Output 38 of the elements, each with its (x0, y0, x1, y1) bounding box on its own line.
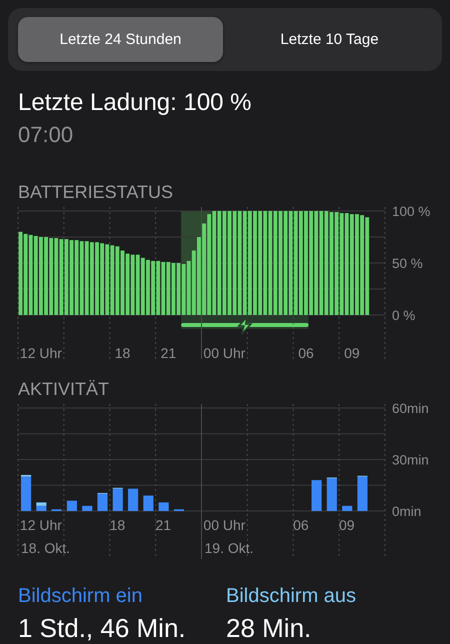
section-heading: AKTIVITÄT (18, 378, 110, 400)
activity-bar (66, 500, 77, 511)
legend-label: Bildschirm aus (226, 584, 358, 608)
axis-label: 60min (392, 401, 429, 416)
axis-label: 18 (110, 517, 126, 533)
axis-label: 21 (160, 345, 176, 361)
legend-label: Bildschirm ein (18, 584, 144, 608)
axis-label: 12 Uhr (20, 517, 62, 533)
axis-label: 30min (392, 452, 429, 468)
axis-label: 0 % (392, 308, 416, 323)
axis-label: 06 (298, 345, 314, 361)
axis-label: 50 % (392, 256, 423, 271)
activity-bar (82, 506, 92, 511)
axis-label: 21 (155, 517, 172, 533)
activity-bar (312, 480, 322, 511)
axis-label: 0min (392, 504, 422, 519)
date-label: 19. Okt. (204, 540, 254, 556)
axis-label: 00 Uhr (203, 345, 246, 361)
section-heading: BATTERIESTATUS (18, 181, 174, 203)
summary-value: 28 Min. (226, 612, 312, 644)
activity-bar (143, 496, 154, 511)
last-charge-title: Letzte Ladung: 100 % (18, 88, 253, 118)
lightning-icon (237, 314, 252, 335)
axis-label: 09 (344, 345, 360, 361)
axis-label: 18 (114, 345, 130, 361)
axis-label: 12 Uhr (20, 345, 62, 361)
axis-label: 09 (338, 517, 355, 533)
axis-label: 100 % (392, 204, 430, 219)
period-tab[interactable]: Letzte 24 Stunden (18, 17, 223, 62)
activity-bar (158, 502, 169, 511)
summary-value: 1 Std., 46 Min. (18, 612, 187, 644)
last-charge-time: 07:00 (18, 121, 74, 149)
activity-bar (128, 488, 138, 511)
date-label: 18. Okt. (21, 540, 70, 556)
activity-bar (342, 506, 352, 511)
axis-label: 06 (293, 517, 309, 533)
period-tab[interactable]: Letzte 10 Tage (227, 17, 432, 62)
axis-label: 00 Uhr (203, 517, 246, 533)
